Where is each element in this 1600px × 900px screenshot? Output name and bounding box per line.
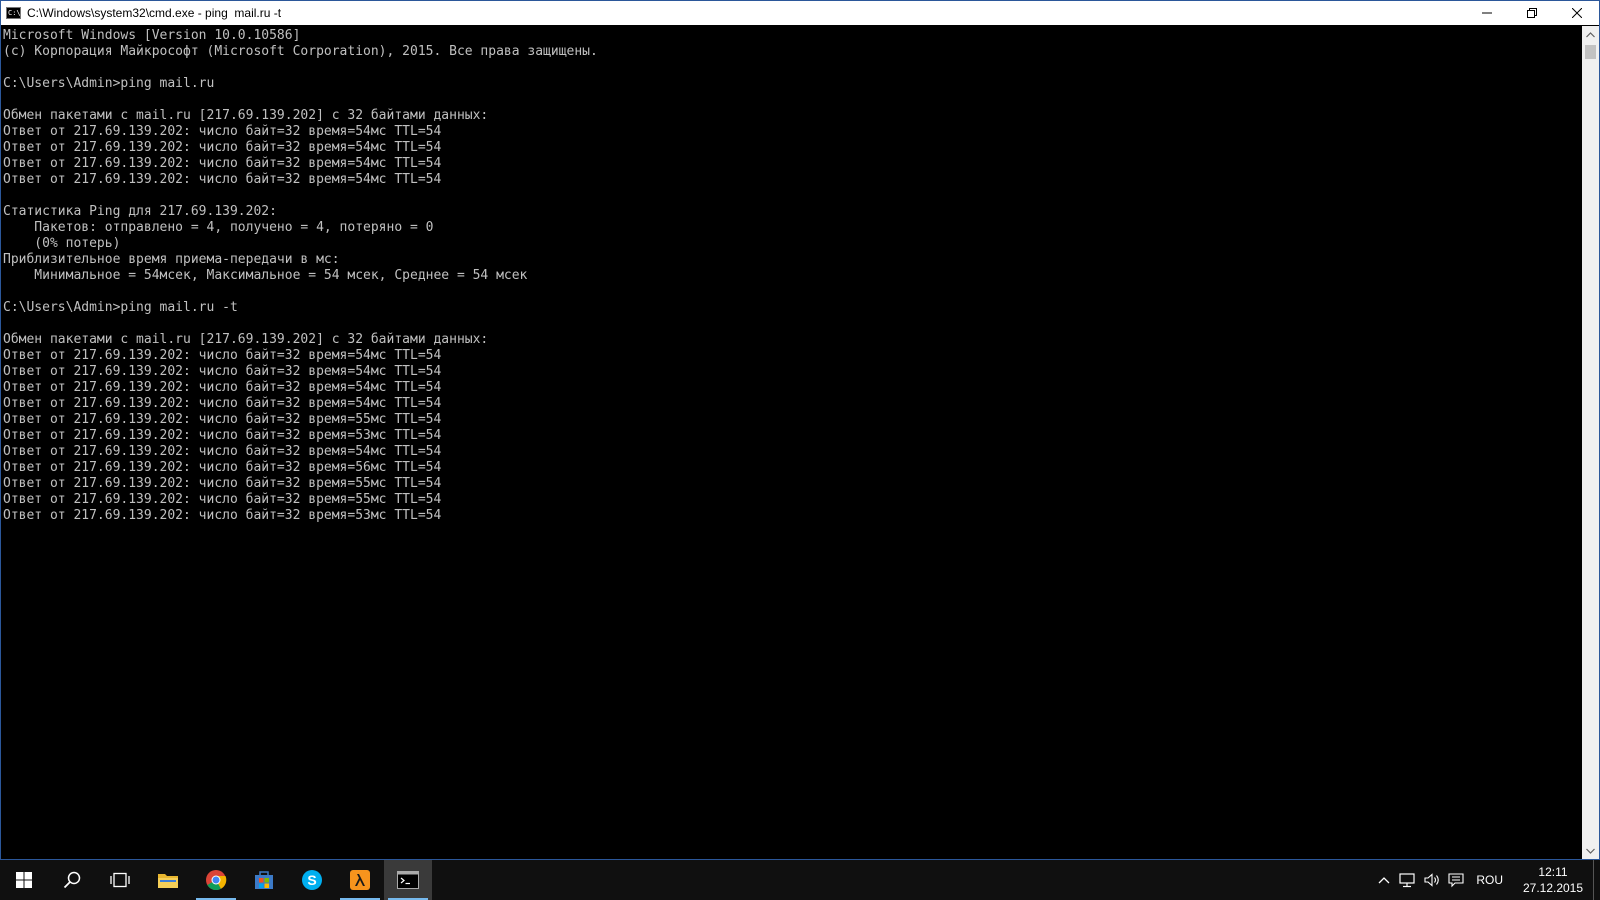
console-line: Статистика Ping для 217.69.139.202: xyxy=(3,204,277,219)
input-language-indicator[interactable]: ROU xyxy=(1476,873,1503,887)
show-hidden-icons-button[interactable] xyxy=(1372,860,1396,900)
console-line: Ответ от 217.69.139.202: число байт=32 в… xyxy=(3,348,442,363)
console-line: Ответ от 217.69.139.202: число байт=32 в… xyxy=(3,476,442,491)
console-line: (0% потерь) xyxy=(3,236,121,251)
console-line: Ответ от 217.69.139.202: число байт=32 в… xyxy=(3,140,442,155)
console-line: Ответ от 217.69.139.202: число байт=32 в… xyxy=(3,124,442,139)
half-life-button[interactable] xyxy=(336,860,384,900)
console-line: Ответ от 217.69.139.202: число байт=32 в… xyxy=(3,412,442,427)
search-button[interactable] xyxy=(48,860,96,900)
restore-icon xyxy=(1526,8,1537,18)
minimize-button[interactable] xyxy=(1464,1,1509,25)
close-button[interactable] xyxy=(1554,1,1599,25)
cmd-app-icon[interactable] xyxy=(6,7,21,19)
task-view-icon xyxy=(110,872,130,888)
console-line: Ответ от 217.69.139.202: число байт=32 в… xyxy=(3,396,442,411)
console-line: Минимальное = 54мсек, Максимальное = 54 … xyxy=(3,268,528,283)
close-icon xyxy=(1571,8,1582,18)
window-title: C:\Windows\system32\cmd.exe - ping mail.… xyxy=(27,6,282,20)
console-line: Ответ от 217.69.139.202: число байт=32 в… xyxy=(3,428,442,443)
action-center-button[interactable] xyxy=(1444,860,1468,900)
chrome-button[interactable] xyxy=(192,860,240,900)
store-icon xyxy=(255,871,273,889)
console-line: Обмен пакетами с mail.ru [217.69.139.202… xyxy=(3,332,489,347)
minimize-icon xyxy=(1481,12,1492,14)
folder-icon xyxy=(158,874,178,888)
show-desktop-button[interactable] xyxy=(1593,860,1600,900)
notification-icon xyxy=(1448,873,1464,888)
console-line: (c) Корпорация Майкрософт (Microsoft Cor… xyxy=(3,44,598,59)
volume-button[interactable] xyxy=(1420,860,1444,900)
store-button[interactable] xyxy=(240,860,288,900)
console-line: Приблизительное время приема-передачи в … xyxy=(3,252,340,267)
network-icon xyxy=(1399,873,1415,888)
clock-date: 27.12.2015 xyxy=(1522,881,1584,895)
title-bar[interactable]: C:\Windows\system32\cmd.exe - ping mail.… xyxy=(1,1,1599,25)
skype-button[interactable]: S xyxy=(288,860,336,900)
cmd-button[interactable] xyxy=(384,860,432,900)
chevron-up-icon xyxy=(1586,31,1595,37)
console-line: Пакетов: отправлено = 4, получено = 4, п… xyxy=(3,220,434,235)
scroll-down-button[interactable] xyxy=(1582,842,1599,859)
restore-button[interactable] xyxy=(1509,1,1554,25)
start-button[interactable] xyxy=(0,860,48,900)
console-line: Ответ от 217.69.139.202: число байт=32 в… xyxy=(3,380,442,395)
window-controls xyxy=(1464,1,1599,25)
console-line: Ответ от 217.69.139.202: число байт=32 в… xyxy=(3,460,442,475)
search-icon xyxy=(63,871,81,889)
windows-logo-icon xyxy=(16,872,32,888)
console-line: Ответ от 217.69.139.202: число байт=32 в… xyxy=(3,156,442,171)
clock-time: 12:11 xyxy=(1538,865,1568,879)
console-line: Ответ от 217.69.139.202: число байт=32 в… xyxy=(3,492,442,507)
task-view-button[interactable] xyxy=(96,860,144,900)
console-line: C:\Users\Admin>ping mail.ru xyxy=(3,76,215,91)
chrome-icon xyxy=(206,870,227,891)
file-explorer-button[interactable] xyxy=(144,860,192,900)
scroll-up-button[interactable] xyxy=(1582,26,1599,43)
clock[interactable]: 12:11 27.12.2015 xyxy=(1513,864,1593,896)
console-line: Microsoft Windows [Version 10.0.10586] xyxy=(3,28,301,43)
cmd-icon xyxy=(397,871,419,889)
scroll-thumb[interactable] xyxy=(1585,45,1596,59)
cmd-window: C:\Windows\system32\cmd.exe - ping mail.… xyxy=(0,0,1600,860)
network-button[interactable] xyxy=(1396,860,1420,900)
console-line: C:\Users\Admin>ping mail.ru -t xyxy=(3,300,238,315)
console-line: Ответ от 217.69.139.202: число байт=32 в… xyxy=(3,172,442,187)
taskbar: S ROU 12:11 27.12.2015 xyxy=(0,860,1600,900)
console-line: Ответ от 217.69.139.202: число байт=32 в… xyxy=(3,364,442,379)
speaker-icon xyxy=(1424,873,1440,887)
console-output[interactable]: Microsoft Windows [Version 10.0.10586] (c… xyxy=(1,26,1581,859)
lambda-icon xyxy=(350,870,370,890)
chevron-up-icon xyxy=(1378,877,1390,884)
skype-icon: S xyxy=(302,870,322,890)
console-line: Ответ от 217.69.139.202: число байт=32 в… xyxy=(3,508,442,523)
console-line: Обмен пакетами с mail.ru [217.69.139.202… xyxy=(3,108,489,123)
chevron-down-icon xyxy=(1586,848,1595,854)
console-line: Ответ от 217.69.139.202: число байт=32 в… xyxy=(3,444,442,459)
vertical-scrollbar[interactable] xyxy=(1582,26,1599,859)
system-tray: ROU 12:11 27.12.2015 xyxy=(1372,860,1600,900)
svg-text:S: S xyxy=(307,872,316,888)
